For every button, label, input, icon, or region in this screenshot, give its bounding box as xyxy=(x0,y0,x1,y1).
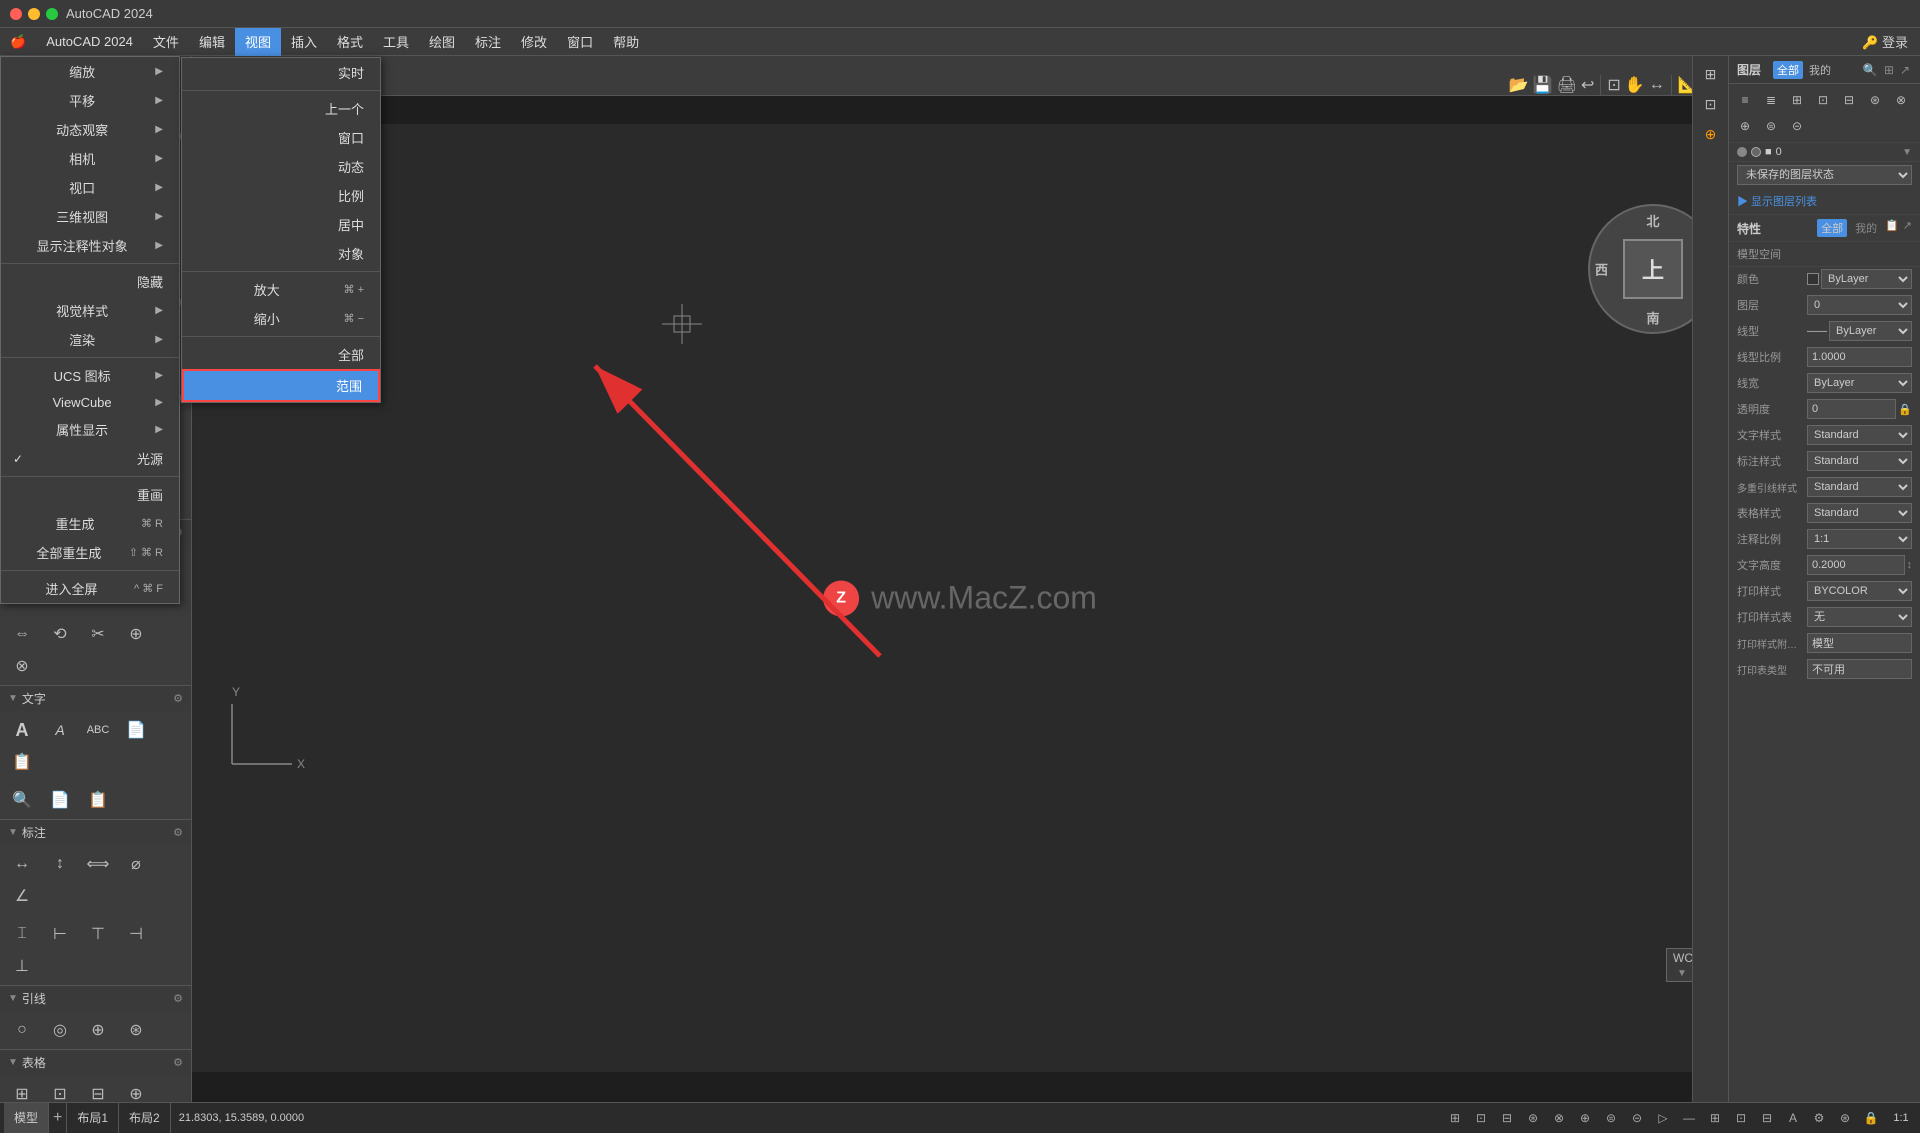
menu-format[interactable]: 格式 xyxy=(327,28,373,56)
menu-annvis[interactable]: 显示注释性对象 xyxy=(1,231,179,260)
menu-viewcube[interactable]: ViewCube xyxy=(1,390,179,415)
zoom-sep-1 xyxy=(182,90,380,91)
menu-modify[interactable]: 修改 xyxy=(511,28,557,56)
menu-render[interactable]: 渲染 xyxy=(1,325,179,354)
dropdown-overlay: 缩放 平移 动态观察 相机 视口 三维视图 显示注释性对象 隐藏 视觉样式 渲染 xyxy=(0,56,1920,1132)
app-name: AutoCAD 2024 xyxy=(66,6,153,21)
maximize-button[interactable] xyxy=(46,8,58,20)
zoom-realtime[interactable]: 实时 xyxy=(182,58,380,87)
menu-viewport[interactable]: 视口 xyxy=(1,173,179,202)
zoomin-shortcut: ⌘ + xyxy=(344,283,364,296)
menu-tools[interactable]: 工具 xyxy=(373,28,419,56)
login-button[interactable]: 🔑 登录 xyxy=(1862,32,1908,51)
close-button[interactable] xyxy=(10,8,22,20)
title-bar: AutoCAD 2024 xyxy=(0,0,1920,28)
zoom-center[interactable]: 居中 xyxy=(182,210,380,239)
sep-1 xyxy=(1,263,179,264)
menu-propdisp[interactable]: 属性显示 xyxy=(1,415,179,444)
menu-orbit[interactable]: 动态观察 xyxy=(1,115,179,144)
zoomout-shortcut: ⌘ − xyxy=(344,312,364,325)
minimize-button[interactable] xyxy=(28,8,40,20)
zoom-all[interactable]: 全部 xyxy=(182,340,380,369)
menu-hide[interactable]: 隐藏 xyxy=(1,267,179,296)
menu-zoom[interactable]: 缩放 xyxy=(1,57,179,86)
zoom-sep-2 xyxy=(182,271,380,272)
menu-edit[interactable]: 编辑 xyxy=(189,28,235,56)
menu-view[interactable]: 视图 xyxy=(235,28,281,56)
fullscreen-shortcut: ^ ⌘ F xyxy=(134,582,163,595)
traffic-lights xyxy=(10,8,58,20)
menu-draw[interactable]: 绘图 xyxy=(419,28,465,56)
zoom-extents[interactable]: 范围 xyxy=(182,369,380,402)
menu-camera[interactable]: 相机 xyxy=(1,144,179,173)
zoom-prev[interactable]: 上一个 xyxy=(182,94,380,123)
zoom-sep-3 xyxy=(182,336,380,337)
regen-shortcut: ⌘ R xyxy=(141,517,163,530)
menu-light[interactable]: 光源 xyxy=(1,444,179,473)
view-dropdown: 缩放 平移 动态观察 相机 视口 三维视图 显示注释性对象 隐藏 视觉样式 渲染 xyxy=(0,56,180,604)
menu-help[interactable]: 帮助 xyxy=(603,28,649,56)
sep-4 xyxy=(1,570,179,571)
menu-pan[interactable]: 平移 xyxy=(1,86,179,115)
menu-insert[interactable]: 插入 xyxy=(281,28,327,56)
menu-bar: 🍎 AutoCAD 2024 文件 编辑 视图 插入 格式 工具 绘图 标注 修… xyxy=(0,28,1920,56)
sep-2 xyxy=(1,357,179,358)
zoom-object[interactable]: 对象 xyxy=(182,239,380,268)
zoom-out[interactable]: 缩小 ⌘ − xyxy=(182,304,380,333)
menu-annotate[interactable]: 标注 xyxy=(465,28,511,56)
zoom-window[interactable]: 窗口 xyxy=(182,123,380,152)
zoom-submenu: 实时 上一个 窗口 动态 比例 居中 对象 放大 ⌘ + 缩小 ⌘ − 全部 范… xyxy=(181,57,381,403)
zoom-dynamic[interactable]: 动态 xyxy=(182,152,380,181)
menu-regenall[interactable]: 全部重生成 ⇧ ⌘ R xyxy=(1,538,179,567)
regenall-shortcut: ⇧ ⌘ R xyxy=(129,546,163,559)
menu-redraw[interactable]: 重画 xyxy=(1,480,179,509)
menu-regen[interactable]: 重生成 ⌘ R xyxy=(1,509,179,538)
zoom-scale[interactable]: 比例 xyxy=(182,181,380,210)
menu-fullscreen[interactable]: 进入全屏 ^ ⌘ F xyxy=(1,574,179,603)
menu-app-name[interactable]: AutoCAD 2024 xyxy=(36,28,143,56)
menu-3dview[interactable]: 三维视图 xyxy=(1,202,179,231)
menu-file[interactable]: 文件 xyxy=(143,28,189,56)
zoom-in[interactable]: 放大 ⌘ + xyxy=(182,275,380,304)
menu-visual[interactable]: 视觉样式 xyxy=(1,296,179,325)
menu-window[interactable]: 窗口 xyxy=(557,28,603,56)
menu-autocad[interactable]: 🍎 xyxy=(0,28,36,56)
menu-ucsicon[interactable]: UCS 图标 xyxy=(1,361,179,390)
sep-3 xyxy=(1,476,179,477)
